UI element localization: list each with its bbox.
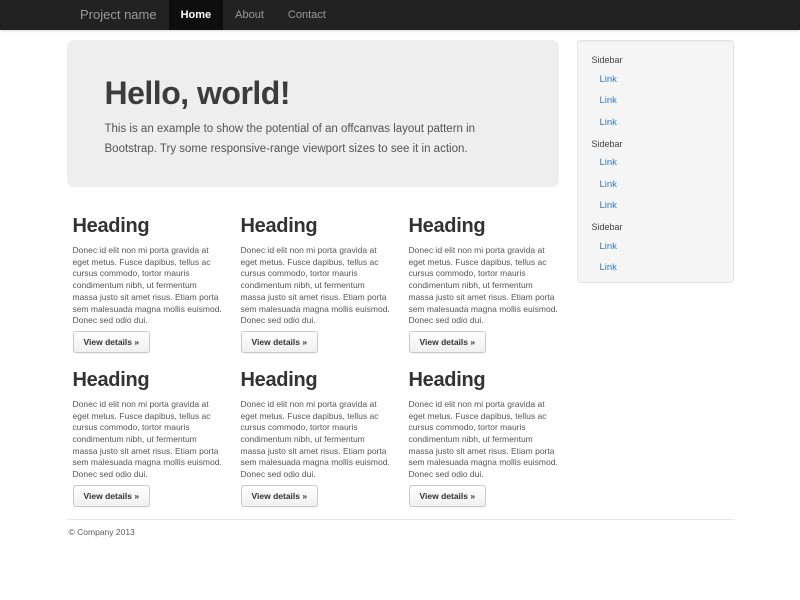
card: Heading Donec id elit non mi porta gravi… bbox=[67, 353, 235, 507]
cards-row-2: Heading Donec id elit non mi porta gravi… bbox=[67, 353, 571, 507]
nav-item-about[interactable]: About bbox=[223, 0, 276, 30]
card: Heading Donec id elit non mi porta gravi… bbox=[403, 353, 571, 507]
card-heading: Heading bbox=[241, 369, 391, 392]
view-details-button[interactable]: View details » bbox=[409, 331, 487, 353]
nav-item-contact[interactable]: Contact bbox=[276, 0, 338, 30]
card: Heading Donec id elit non mi porta gravi… bbox=[67, 199, 235, 353]
sidebar-link[interactable]: Link bbox=[578, 153, 733, 175]
card-heading: Heading bbox=[241, 215, 391, 238]
main-content: Hello, world! This is an example to show… bbox=[67, 40, 571, 507]
jumbotron-description-line2: Bootstrap. Try some responsive-range vie… bbox=[105, 143, 468, 155]
page-container: Hello, world! This is an example to show… bbox=[67, 40, 734, 537]
sidebar-link[interactable]: Link bbox=[578, 196, 733, 218]
cards-row-1: Heading Donec id elit non mi porta gravi… bbox=[67, 199, 571, 353]
card-body-text: Donec id elit non mi porta gravida at eg… bbox=[73, 399, 223, 481]
sidebar-group-header: Sidebar bbox=[578, 220, 733, 234]
jumbotron: Hello, world! This is an example to show… bbox=[67, 40, 559, 187]
card-body-text: Donec id elit non mi porta gravida at eg… bbox=[73, 245, 223, 327]
sidebar-link[interactable]: Link bbox=[578, 236, 733, 258]
view-details-button[interactable]: View details » bbox=[73, 331, 151, 353]
card: Heading Donec id elit non mi porta gravi… bbox=[403, 199, 571, 353]
card-body-text: Donec id elit non mi porta gravida at eg… bbox=[241, 245, 391, 327]
card-heading: Heading bbox=[73, 369, 223, 392]
page-title: Hello, world! bbox=[105, 76, 521, 110]
view-details-button[interactable]: View details » bbox=[241, 485, 319, 507]
sidebar-link[interactable]: Link bbox=[578, 258, 733, 280]
sidebar-group-header: Sidebar bbox=[578, 137, 733, 151]
card: Heading Donec id elit non mi porta gravi… bbox=[235, 353, 403, 507]
card-body-text: Donec id elit non mi porta gravida at eg… bbox=[409, 245, 559, 327]
navbar: Project name Home About Contact bbox=[0, 0, 800, 30]
sidebar-link[interactable]: Link bbox=[578, 91, 733, 113]
card-body-text: Donec id elit non mi porta gravida at eg… bbox=[409, 399, 559, 481]
sidebar-link[interactable]: Link bbox=[578, 174, 733, 196]
card-heading: Heading bbox=[409, 369, 559, 392]
jumbotron-description-line1: This is an example to show the potential… bbox=[105, 123, 476, 135]
view-details-button[interactable]: View details » bbox=[241, 331, 319, 353]
sidebar-group-header: Sidebar bbox=[578, 53, 733, 67]
card-heading: Heading bbox=[409, 215, 559, 238]
sidebar-link[interactable]: Link bbox=[578, 69, 733, 91]
view-details-button[interactable]: View details » bbox=[409, 485, 487, 507]
brand-link[interactable]: Project name bbox=[67, 0, 169, 30]
card-heading: Heading bbox=[73, 215, 223, 238]
view-details-button[interactable]: View details » bbox=[73, 485, 151, 507]
sidebar: Sidebar Link Link Link Sidebar Link Link… bbox=[577, 40, 734, 283]
sidebar-link[interactable]: Link bbox=[578, 112, 733, 134]
card-body-text: Donec id elit non mi porta gravida at eg… bbox=[241, 399, 391, 481]
footer-divider bbox=[67, 519, 734, 520]
card: Heading Donec id elit non mi porta gravi… bbox=[235, 199, 403, 353]
jumbotron-description: This is an example to show the potential… bbox=[105, 120, 521, 159]
copyright-text: © Company 2013 bbox=[67, 527, 734, 537]
navbar-menu: Home About Contact bbox=[169, 0, 338, 30]
footer: © Company 2013 bbox=[67, 527, 734, 537]
nav-item-home[interactable]: Home bbox=[169, 0, 224, 30]
